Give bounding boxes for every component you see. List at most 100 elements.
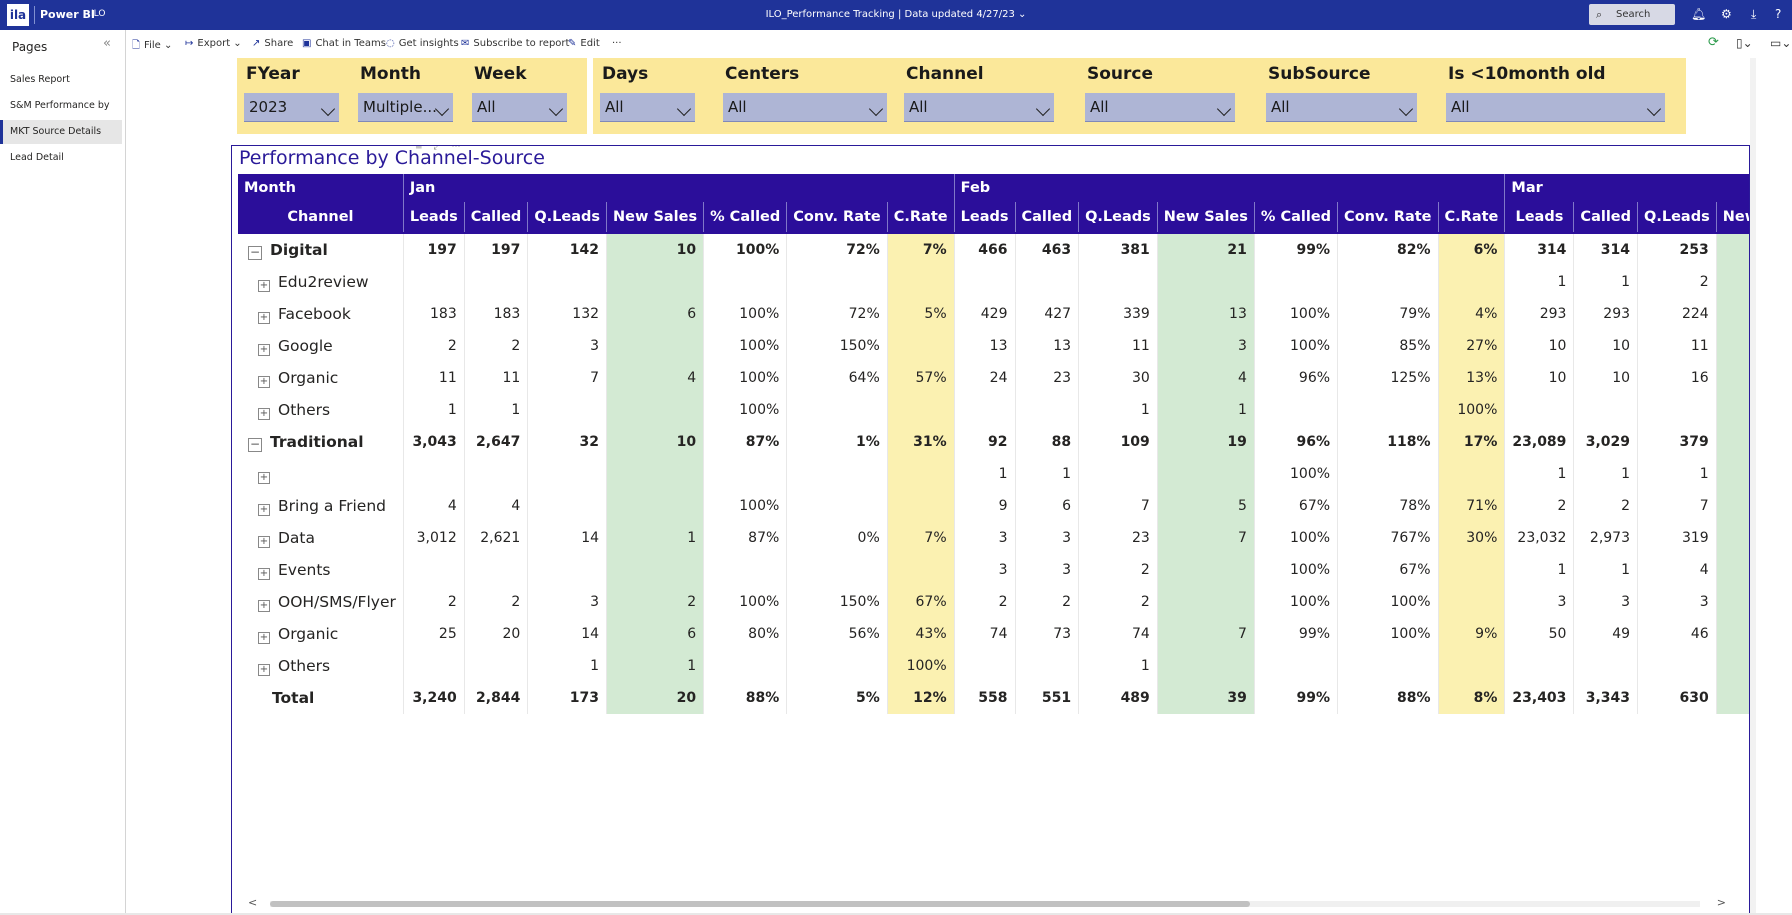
cell-feb-called bbox=[1015, 266, 1080, 298]
subscribe-button[interactable]: ✉ Subscribe to report bbox=[461, 38, 569, 49]
cell-jan-conv-rate bbox=[786, 394, 888, 426]
chat-in-teams-button[interactable]: ▣ Chat in Teams bbox=[302, 38, 386, 49]
cell-feb-c-rate: 13% bbox=[1438, 362, 1506, 394]
page-tab-sm-performance[interactable]: S&M Performance by Sc... bbox=[0, 94, 122, 135]
month-header-mar[interactable]: Mar bbox=[1504, 174, 1749, 202]
page-tab-mkt-source-details[interactable]: MKT Source Details bbox=[0, 120, 122, 144]
scroll-right-arrow[interactable]: > bbox=[1717, 896, 1726, 909]
expand-icon[interactable]: + bbox=[258, 632, 270, 644]
cell-feb-new-sales bbox=[1157, 586, 1255, 618]
cell-feb-conv-rate bbox=[1337, 266, 1439, 298]
fyear-dropdown[interactable]: 2023 bbox=[244, 93, 339, 122]
month-dropdown[interactable]: Multiple... bbox=[358, 93, 453, 122]
column-header-called[interactable]: % Called bbox=[1254, 202, 1339, 234]
column-header-new-sales[interactable]: New Sales bbox=[1716, 202, 1749, 234]
collapse-icon[interactable]: − bbox=[248, 438, 262, 452]
bookmark-icon[interactable]: ▯⌄ bbox=[1736, 36, 1753, 50]
expand-icon[interactable]: + bbox=[258, 664, 270, 676]
horizontal-scrollbar[interactable]: < > bbox=[248, 896, 1726, 909]
file-menu-button[interactable]: 🗋︎ File ⌄ bbox=[132, 38, 172, 55]
search-input[interactable]: ⌕ Search bbox=[1589, 4, 1675, 25]
scroll-left-arrow[interactable]: < bbox=[248, 896, 257, 909]
cell-feb-new-sales: 5 bbox=[1157, 490, 1255, 522]
row-label-text: Facebook bbox=[278, 305, 351, 323]
column-header-new-sales[interactable]: New Sales bbox=[1157, 202, 1255, 234]
report-title[interactable]: ILO_Performance Tracking | Data updated … bbox=[0, 9, 1792, 20]
channel-dropdown[interactable]: All bbox=[904, 93, 1054, 122]
page-tab-lead-detail[interactable]: Lead Detail bbox=[0, 146, 122, 170]
column-header-q-leads[interactable]: Q.Leads bbox=[1637, 202, 1717, 234]
cell-jan-q-leads bbox=[527, 490, 608, 522]
cell-jan-called bbox=[703, 650, 788, 682]
expand-icon[interactable]: + bbox=[258, 312, 270, 324]
visual-header-icons[interactable]: ≡ ⤢ ⋯ bbox=[415, 146, 464, 152]
cell-mar-new-sales: 3 bbox=[1716, 522, 1749, 554]
refresh-icon[interactable]: ⟳ bbox=[1708, 35, 1719, 50]
cell-jan-q-leads bbox=[527, 458, 608, 490]
cell-mar-called: 3,029 bbox=[1573, 426, 1639, 458]
group-row: − Digital 197 197 142 10 100% 72% 7% 466 463 381 21 9… bbox=[238, 233, 1749, 266]
week-dropdown[interactable]: All bbox=[472, 93, 567, 122]
share-button[interactable]: ↗ Share bbox=[252, 38, 293, 49]
column-header-c-rate[interactable]: C.Rate bbox=[1438, 202, 1506, 234]
column-header-q-leads[interactable]: Q.Leads bbox=[527, 202, 608, 234]
cell-mar-new-sales bbox=[1716, 394, 1749, 426]
cell-feb-new-sales: 13 bbox=[1157, 298, 1255, 330]
column-header-called[interactable]: Called bbox=[1015, 202, 1080, 234]
age-dropdown[interactable]: All bbox=[1446, 93, 1665, 122]
expand-icon[interactable]: + bbox=[258, 536, 270, 548]
more-options-button[interactable]: ··· bbox=[612, 38, 622, 49]
chevron-down-icon bbox=[868, 101, 884, 117]
expand-icon[interactable]: + bbox=[258, 472, 270, 484]
download-icon[interactable]: ⤓ bbox=[1751, 7, 1756, 22]
expand-icon[interactable]: + bbox=[258, 280, 270, 292]
column-header-conv-rate[interactable]: Conv. Rate bbox=[1337, 202, 1439, 234]
expand-icon[interactable]: + bbox=[258, 568, 270, 580]
collapse-pane-icon[interactable]: « bbox=[103, 36, 111, 51]
column-header-called[interactable]: % Called bbox=[703, 202, 788, 234]
notifications-icon[interactable]: 🔔︎ bbox=[1691, 7, 1706, 21]
column-header-leads[interactable]: Leads bbox=[1504, 202, 1575, 234]
cell-jan-new-sales: 10 bbox=[606, 233, 705, 266]
centers-dropdown[interactable]: All bbox=[723, 93, 887, 122]
edit-button[interactable]: ✎ Edit bbox=[568, 38, 600, 49]
column-header-leads[interactable]: Leads bbox=[954, 202, 1016, 234]
export-menu-button[interactable]: ↦ Export ⌄ bbox=[185, 38, 242, 49]
month-header-jan[interactable]: Jan bbox=[403, 174, 955, 202]
page-tab-sales-report[interactable]: Sales Report bbox=[0, 68, 122, 92]
cell-feb-called: 1 bbox=[1015, 458, 1080, 490]
collapse-icon[interactable]: − bbox=[248, 246, 262, 260]
column-header-conv-rate[interactable]: Conv. Rate bbox=[786, 202, 888, 234]
expand-icon[interactable]: + bbox=[258, 344, 270, 356]
cell-feb-conv-rate: 78% bbox=[1337, 490, 1439, 522]
column-header-c-rate[interactable]: C.Rate bbox=[887, 202, 955, 234]
cell-feb-called bbox=[1254, 394, 1339, 426]
cell-feb-c-rate: 100% bbox=[1438, 394, 1506, 426]
source-dropdown[interactable]: All bbox=[1085, 93, 1235, 122]
expand-icon[interactable]: + bbox=[258, 504, 270, 516]
cell-feb-called: 100% bbox=[1254, 586, 1339, 618]
get-insights-button[interactable]: ◌ Get insights bbox=[386, 38, 459, 49]
days-dropdown[interactable]: All bbox=[600, 93, 695, 122]
matrix-visual[interactable]: Performance by Channel-Source ≡ ⤢ ⋯ Mont… bbox=[231, 145, 1750, 914]
column-header-new-sales[interactable]: New Sales bbox=[606, 202, 705, 234]
view-icon[interactable]: ▭⌄ bbox=[1770, 36, 1791, 50]
help-icon[interactable]: ? bbox=[1775, 7, 1781, 21]
settings-icon[interactable]: ⚙ bbox=[1721, 7, 1732, 21]
cell-feb-q-leads: 489 bbox=[1078, 682, 1158, 714]
month-header-feb[interactable]: Feb bbox=[954, 174, 1506, 202]
column-header-called[interactable]: Called bbox=[1573, 202, 1639, 234]
subsource-dropdown[interactable]: All bbox=[1266, 93, 1417, 122]
chevron-down-icon bbox=[548, 101, 564, 117]
cell-feb-called: 73 bbox=[1015, 618, 1080, 650]
expand-icon[interactable]: + bbox=[258, 600, 270, 612]
expand-icon[interactable]: + bbox=[258, 376, 270, 388]
column-header-leads[interactable]: Leads bbox=[403, 202, 465, 234]
vertical-scrollbar[interactable] bbox=[1750, 58, 1756, 915]
scrollbar-thumb[interactable] bbox=[270, 901, 1250, 907]
column-header-q-leads[interactable]: Q.Leads bbox=[1078, 202, 1158, 234]
table-row: +Edu2review112100% bbox=[238, 266, 1749, 298]
expand-icon[interactable]: + bbox=[258, 408, 270, 420]
cell-mar-q-leads: 46 bbox=[1637, 618, 1717, 650]
column-header-called[interactable]: Called bbox=[464, 202, 529, 234]
